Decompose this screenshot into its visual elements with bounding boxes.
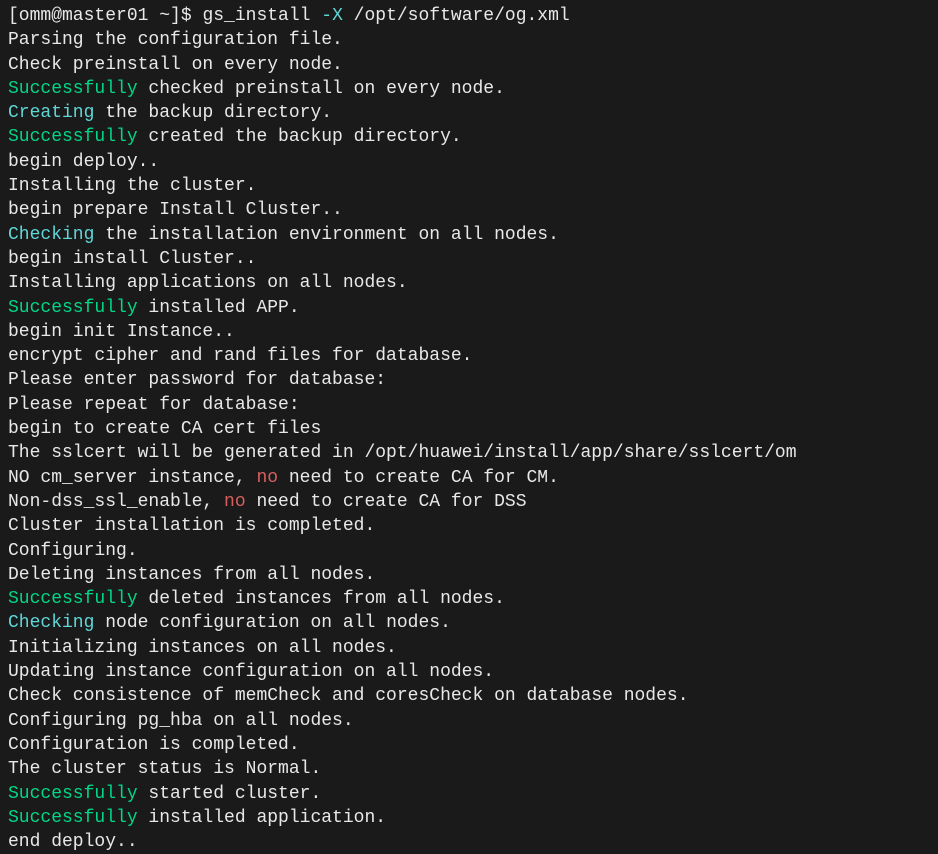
output-line: Deleting instances from all nodes.	[8, 563, 930, 587]
output-text: NO cm_server instance,	[8, 468, 256, 488]
action-keyword: Checking	[8, 225, 94, 245]
output-text: Non-dss_ssl_enable,	[8, 492, 224, 512]
output-line: begin to create CA cert files	[8, 417, 930, 441]
output-text: installed APP.	[138, 298, 300, 318]
output-line: Check preinstall on every node.	[8, 53, 930, 77]
output-text: the installation environment on all node…	[94, 225, 558, 245]
output-line: Check consistence of memCheck and coresC…	[8, 684, 930, 708]
output-line: Successfully installed application.	[8, 806, 930, 830]
output-text: created the backup directory.	[138, 127, 462, 147]
output-line: Configuring.	[8, 539, 930, 563]
output-line: begin prepare Install Cluster..	[8, 198, 930, 222]
output-text: checked preinstall on every node.	[138, 79, 505, 99]
output-line: Cluster installation is completed.	[8, 514, 930, 538]
no-keyword: no	[256, 468, 278, 488]
output-line: Installing applications on all nodes.	[8, 271, 930, 295]
prompt-command: gs_install	[202, 6, 321, 26]
output-line: begin install Cluster..	[8, 247, 930, 271]
output-text: started cluster.	[138, 784, 322, 804]
output-line: Please repeat for database:	[8, 393, 930, 417]
output-line: Successfully deleted instances from all …	[8, 587, 930, 611]
success-keyword: Successfully	[8, 127, 138, 147]
output-text: need to create CA for DSS	[246, 492, 527, 512]
output-line: Successfully created the backup director…	[8, 125, 930, 149]
action-keyword: Creating	[8, 103, 94, 123]
output-line: begin deploy..	[8, 150, 930, 174]
output-line: Creating the backup directory.	[8, 101, 930, 125]
output-line: Successfully checked preinstall on every…	[8, 77, 930, 101]
output-text: deleted instances from all nodes.	[138, 589, 505, 609]
output-text: need to create CA for CM.	[278, 468, 559, 488]
output-line: The cluster status is Normal.	[8, 757, 930, 781]
output-line: Please enter password for database:	[8, 368, 930, 392]
success-keyword: Successfully	[8, 589, 138, 609]
output-line: Parsing the configuration file.	[8, 28, 930, 52]
output-line: Checking the installation environment on…	[8, 223, 930, 247]
success-keyword: Successfully	[8, 784, 138, 804]
output-text: the backup directory.	[94, 103, 332, 123]
output-line: begin init Instance..	[8, 320, 930, 344]
output-line: Installing the cluster.	[8, 174, 930, 198]
prompt-flag: -X	[321, 6, 343, 26]
output-text: node configuration on all nodes.	[94, 613, 450, 633]
output-line: The sslcert will be generated in /opt/hu…	[8, 441, 930, 465]
success-keyword: Successfully	[8, 79, 138, 99]
output-line: Updating instance configuration on all n…	[8, 660, 930, 684]
output-line: Checking node configuration on all nodes…	[8, 611, 930, 635]
prompt-user-host: [omm@master01 ~]$	[8, 6, 202, 26]
output-line: Initializing instances on all nodes.	[8, 636, 930, 660]
prompt-path: /opt/software/og.xml	[343, 6, 570, 26]
success-keyword: Successfully	[8, 808, 138, 828]
no-keyword: no	[224, 492, 246, 512]
output-line: Successfully started cluster.	[8, 782, 930, 806]
terminal-prompt-line: [omm@master01 ~]$ gs_install -X /opt/sof…	[8, 4, 930, 28]
output-line: Non-dss_ssl_enable, no need to create CA…	[8, 490, 930, 514]
action-keyword: Checking	[8, 613, 94, 633]
output-line: encrypt cipher and rand files for databa…	[8, 344, 930, 368]
output-text: installed application.	[138, 808, 386, 828]
success-keyword: Successfully	[8, 298, 138, 318]
output-line: Successfully installed APP.	[8, 296, 930, 320]
output-line: Configuration is completed.	[8, 733, 930, 757]
output-line: Configuring pg_hba on all nodes.	[8, 709, 930, 733]
output-line: NO cm_server instance, no need to create…	[8, 466, 930, 490]
output-line: end deploy..	[8, 830, 930, 854]
